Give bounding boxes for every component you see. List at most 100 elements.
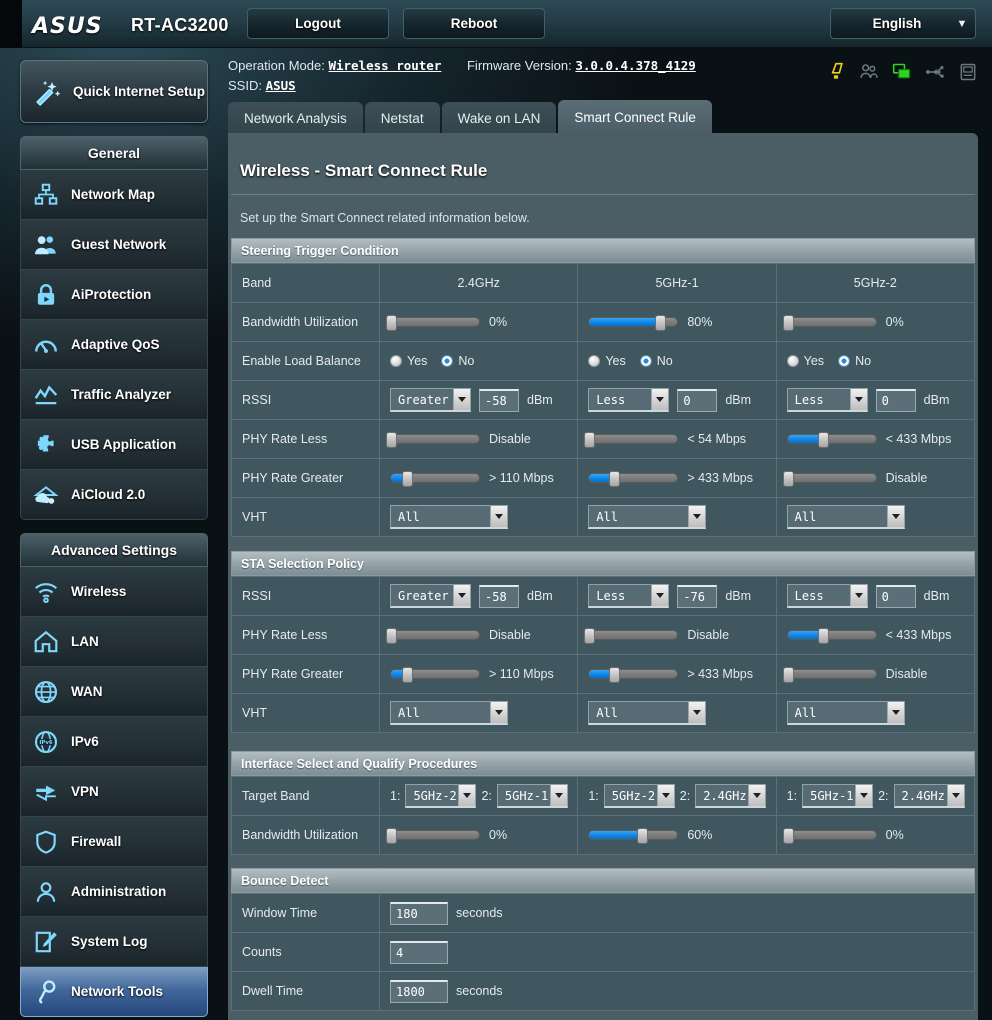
language-select[interactable]: English ▼: [830, 8, 976, 39]
radio-option-no[interactable]: No: [838, 354, 871, 368]
iface-bandwidth-slider-24ghz[interactable]: 0%: [386, 827, 507, 844]
sta-vht-select-24ghz[interactable]: All: [390, 701, 508, 725]
slider-track[interactable]: [782, 827, 877, 844]
phy-rate-less-slider-5ghz1[interactable]: < 54 Mbps: [584, 431, 746, 448]
sta-rssi-value-input-24ghz[interactable]: -58: [479, 584, 519, 608]
sta-rssi-value-input-5ghz1[interactable]: -76: [677, 584, 718, 608]
radio-option-yes[interactable]: Yes: [786, 354, 824, 368]
radio-yes[interactable]: [588, 355, 601, 367]
target-band-select-1-col1[interactable]: 5GHz-2: [405, 784, 477, 808]
sta-rssi-operator-select-24ghz[interactable]: Greater: [390, 584, 471, 608]
radio-yes[interactable]: [390, 355, 402, 367]
slider-track[interactable]: [390, 666, 480, 683]
radio-no[interactable]: [838, 355, 851, 367]
sidebar-item-wireless[interactable]: Wireless: [20, 567, 208, 617]
window-time-input[interactable]: 180: [390, 901, 448, 925]
target-band-select-2-col3[interactable]: 2.4GHz: [893, 784, 965, 808]
sidebar-item-system-log[interactable]: System Log: [20, 917, 208, 967]
bandwidth-slider-24ghz[interactable]: 0%: [386, 314, 507, 331]
slider-track[interactable]: [588, 314, 679, 331]
sidebar-item-guest-network[interactable]: Guest Network: [20, 220, 208, 270]
iface-bandwidth-slider-5ghz1[interactable]: 60%: [588, 827, 712, 844]
tab-netstat[interactable]: Netstat: [364, 102, 440, 135]
radio-no[interactable]: [441, 355, 454, 367]
sidebar-item-aicloud[interactable]: AiCloud 2.0: [20, 470, 208, 520]
sta-phy-rate-greater-slider-24ghz[interactable]: > 110 Mbps: [390, 666, 554, 683]
sta-phy-rate-less-slider-5ghz1[interactable]: Disable: [584, 627, 729, 644]
sta-phy-rate-less-slider-24ghz[interactable]: Disable: [386, 627, 531, 644]
phy-rate-less-slider-5ghz2[interactable]: < 433 Mbps: [786, 431, 951, 448]
slider-track[interactable]: [390, 470, 480, 487]
sta-phy-rate-greater-slider-5ghz2[interactable]: Disable: [782, 666, 927, 683]
sta-phy-rate-greater-slider-5ghz1[interactable]: > 433 Mbps: [588, 666, 753, 683]
radio-option-yes[interactable]: Yes: [390, 354, 427, 368]
sidebar-item-usb-application[interactable]: USB Application: [20, 420, 208, 470]
tab-network-analysis[interactable]: Network Analysis: [228, 102, 363, 135]
logout-button[interactable]: Logout: [247, 8, 389, 39]
bandwidth-slider-5ghz1[interactable]: 80%: [588, 314, 712, 331]
slider-track[interactable]: [786, 431, 877, 448]
operation-mode-value[interactable]: Wireless router: [328, 58, 441, 73]
sidebar-item-adaptive-qos[interactable]: Adaptive QoS: [20, 320, 208, 370]
rssi-value-input-5ghz1[interactable]: 0: [677, 388, 718, 412]
rssi-value-input-24ghz[interactable]: -58: [479, 388, 519, 412]
sidebar-item-vpn[interactable]: VPN: [20, 767, 208, 817]
guest-users-icon[interactable]: [859, 62, 879, 82]
slider-track[interactable]: [584, 627, 679, 644]
phy-rate-greater-slider-5ghz2[interactable]: Disable: [782, 470, 927, 487]
vht-select-5ghz1[interactable]: All: [588, 505, 707, 529]
vht-select-5ghz2[interactable]: All: [786, 505, 905, 529]
firmware-version-value[interactable]: 3.0.0.4.378_4129: [575, 58, 695, 73]
radio-option-no[interactable]: No: [639, 354, 673, 368]
counts-input[interactable]: 4: [390, 940, 448, 964]
network-clients-icon[interactable]: [892, 62, 912, 82]
tab-wake-on-lan[interactable]: Wake on LAN: [441, 102, 557, 135]
reboot-button[interactable]: Reboot: [403, 8, 545, 39]
sidebar-item-administration[interactable]: Administration: [20, 867, 208, 917]
slider-track[interactable]: [786, 627, 877, 644]
printer-icon[interactable]: [958, 62, 978, 82]
slider-track[interactable]: [386, 314, 480, 331]
vht-select-24ghz[interactable]: All: [390, 505, 508, 529]
sidebar-item-wan[interactable]: WAN: [20, 667, 208, 717]
sidebar-item-network-map[interactable]: Network Map: [20, 170, 208, 220]
rssi-operator-select-5ghz1[interactable]: Less: [588, 388, 670, 412]
target-band-select-1-col2[interactable]: 5GHz-2: [603, 784, 675, 808]
phy-rate-greater-slider-5ghz1[interactable]: > 433 Mbps: [588, 470, 753, 487]
target-band-select-2-col1[interactable]: 5GHz-1: [496, 784, 568, 808]
quick-internet-setup-button[interactable]: Quick Internet Setup: [20, 60, 208, 123]
usb-icon[interactable]: [925, 62, 945, 82]
rssi-operator-select-5ghz2[interactable]: Less: [786, 388, 868, 412]
sta-rssi-operator-select-5ghz2[interactable]: Less: [786, 584, 868, 608]
slider-track[interactable]: [782, 470, 877, 487]
radio-option-yes[interactable]: Yes: [588, 354, 626, 368]
slider-track[interactable]: [386, 627, 480, 644]
radio-option-no[interactable]: No: [441, 354, 474, 368]
warning-icon[interactable]: [826, 62, 846, 82]
slider-track[interactable]: [782, 314, 877, 331]
radio-no[interactable]: [639, 355, 652, 367]
slider-track[interactable]: [386, 431, 480, 448]
slider-track[interactable]: [588, 666, 679, 683]
dwell-time-input[interactable]: 1800: [390, 979, 448, 1003]
sidebar-item-network-tools[interactable]: Network Tools: [20, 967, 208, 1017]
sidebar-item-firewall[interactable]: Firewall: [20, 817, 208, 867]
slider-track[interactable]: [782, 666, 877, 683]
tab-smart-connect-rule[interactable]: Smart Connect Rule: [558, 100, 712, 135]
slider-track[interactable]: [584, 431, 679, 448]
slider-track[interactable]: [588, 470, 679, 487]
sidebar-item-aiprotection[interactable]: AiProtection: [20, 270, 208, 320]
rssi-operator-select-24ghz[interactable]: Greater: [390, 388, 471, 412]
iface-bandwidth-slider-5ghz2[interactable]: 0%: [782, 827, 904, 844]
sta-rssi-value-input-5ghz2[interactable]: 0: [875, 584, 916, 608]
ssid-value[interactable]: ASUS: [266, 78, 296, 93]
sidebar-item-ipv6[interactable]: IPv6 IPv6: [20, 717, 208, 767]
phy-rate-less-slider-24ghz[interactable]: Disable: [386, 431, 531, 448]
slider-track[interactable]: [386, 827, 480, 844]
sidebar-item-lan[interactable]: LAN: [20, 617, 208, 667]
slider-track[interactable]: [588, 827, 679, 844]
target-band-select-2-col2[interactable]: 2.4GHz: [695, 784, 767, 808]
phy-rate-greater-slider-24ghz[interactable]: > 110 Mbps: [390, 470, 554, 487]
sta-vht-select-5ghz2[interactable]: All: [786, 701, 905, 725]
target-band-select-1-col3[interactable]: 5GHz-1: [802, 784, 874, 808]
